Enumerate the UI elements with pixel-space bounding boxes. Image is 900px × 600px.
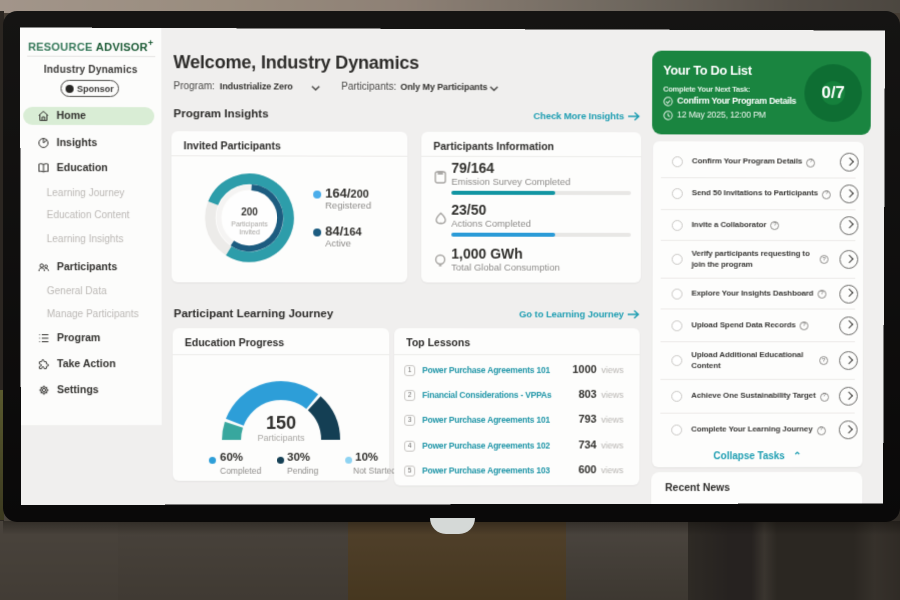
svg-text:Invited: Invited <box>239 230 260 237</box>
svg-text:200: 200 <box>241 207 258 218</box>
svg-text:Participants: Participants <box>231 222 268 229</box>
